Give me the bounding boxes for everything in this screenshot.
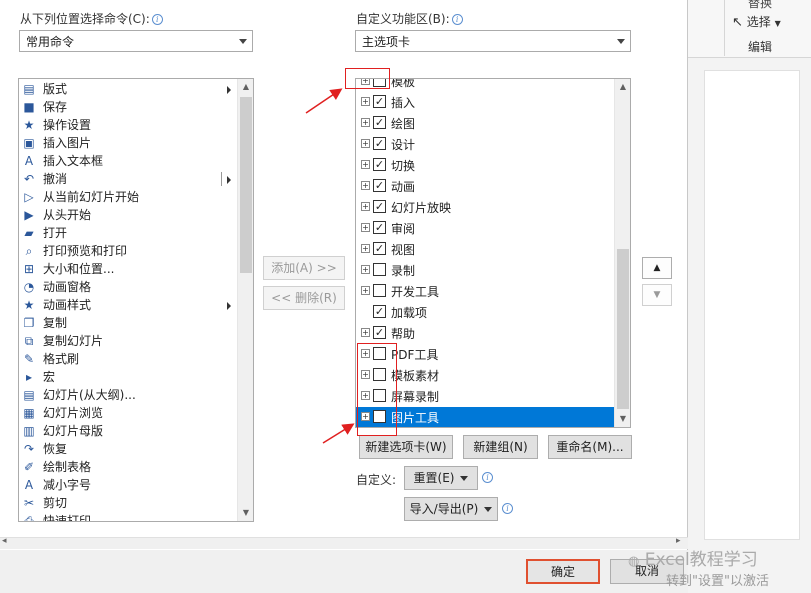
annotation-arrows bbox=[305, 88, 355, 444]
annotation-arrow-top bbox=[305, 88, 343, 114]
annotation-arrow-bottom bbox=[322, 423, 355, 444]
